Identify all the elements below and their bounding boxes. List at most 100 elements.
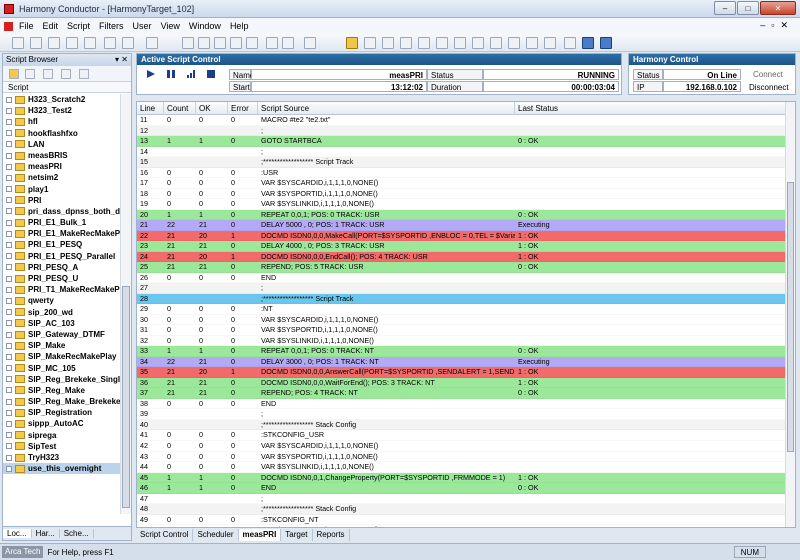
checkbox[interactable] [6,421,12,428]
tab-local[interactable]: Loc... [3,529,32,538]
table-row[interactable]: 43 0 0 0 VAR $SYSPORTID,i,1,1,1,0,NONE() [137,452,787,463]
checkbox[interactable] [6,174,12,181]
tab-measpri[interactable]: measPRI [238,528,282,541]
toggle-icon[interactable] [146,37,158,49]
script-item[interactable]: LAN [3,139,121,150]
script-item[interactable]: PRI_E1_MakeRecMakePl [3,228,121,239]
script-item[interactable]: use_this_overnight [3,463,121,475]
tool-a-icon[interactable] [182,37,194,49]
list-icon[interactable] [564,37,576,49]
table-row[interactable]: 48 ;****************** Stack Config [137,504,787,515]
header-error[interactable]: Error [228,102,258,115]
table-row[interactable]: 22 21 20 1 DOCMD ISDN0,0,0,MakeCall(PORT=$SY… [137,230,787,242]
table-row[interactable]: 42 0 0 0 VAR $SYSCARDID,i,1,1,1,0,NONE() [137,441,787,452]
tab-target[interactable]: Target [281,528,313,541]
menu-filters[interactable]: Filters [99,21,124,31]
script-item[interactable]: PRI_PESQ_A [3,262,121,273]
header-script-source[interactable]: Script Source [258,102,515,115]
script-item[interactable]: PRI [3,195,121,206]
table-row[interactable]: 15 ;****************** Script Track [137,157,787,168]
checkbox[interactable] [6,163,12,170]
table-row[interactable]: 35 21 20 1 DOCMD ISDN0,0,0,AnswerCall(PORT=$… [137,367,787,378]
bulb-icon[interactable] [454,37,466,49]
menu-file[interactable]: File [19,21,34,31]
script-item[interactable]: measBRIS [3,150,121,161]
table-row[interactable]: 39; [137,409,787,420]
script-item[interactable]: qwerty [3,295,121,306]
checkbox[interactable] [6,353,12,360]
header-ok[interactable]: OK [196,102,228,115]
connect-button[interactable]: Connect [753,70,783,79]
script-item[interactable]: SIP_MakeRecMakePlay [3,351,121,362]
table-row[interactable]: 30 0 0 0 VAR $SYSCARDID,i,1,1,1,0,NONE() [137,315,787,326]
sb-copy-icon[interactable] [43,69,53,79]
checkbox[interactable] [6,365,12,372]
script-item[interactable]: pri_dass_dpnss_both_dirr [3,206,121,217]
script-item[interactable]: SIP_Make [3,340,121,351]
table-row[interactable]: 49 0 0 0:STKCONFIG_NT [137,515,787,526]
tool-c-icon[interactable] [214,37,226,49]
script-item[interactable]: H323_Test2 [3,105,121,116]
paste-icon[interactable] [382,37,394,49]
pause-icon[interactable] [167,70,175,78]
sb-refresh-icon[interactable] [25,69,35,79]
table-row[interactable]: 36 21 21 0 DOCMD ISDN0,0,0,WaitForEnd(); POS… [137,377,787,389]
table-row[interactable]: 28 ;****************** Script Track [137,293,787,305]
tool-e-icon[interactable] [246,37,258,49]
tool-f-icon[interactable] [266,37,278,49]
checkbox[interactable] [6,387,12,394]
tree3-icon[interactable] [544,37,556,49]
script-list-scrollbar[interactable] [120,94,131,514]
tab-schedule[interactable]: Sche... [60,529,94,538]
script-item[interactable]: hookflashfxo [3,128,121,139]
script-item[interactable]: PRI_T1_MakeRecMakeP [3,284,121,295]
maximize-button[interactable]: □ [737,1,759,15]
table-row[interactable]: 12; [137,125,787,137]
network4-icon[interactable] [526,37,538,49]
script-item[interactable]: hfl [3,116,121,127]
tab-script-control[interactable]: Script Control [136,528,194,541]
table-row[interactable]: 32 0 0 0 VAR $SYSLINKID,i,1,1,1,0,NONE() [137,336,787,347]
open-icon[interactable] [30,37,42,49]
network3-icon[interactable] [508,37,520,49]
table-row[interactable]: 41 0 0 0:STKCONFIG_USR [137,430,787,441]
table-row[interactable]: 23 21 21 0 DELAY 4000 , 0; POS: 3 TRACK: USR… [137,241,787,252]
checkbox[interactable] [6,331,12,338]
menu-window[interactable]: Window [189,21,221,31]
tab-scheduler[interactable]: Scheduler [193,528,239,541]
checkbox[interactable] [6,286,12,293]
table-row[interactable]: 21 22 21 0 DELAY 5000 , 0; POS: 1 TRACK: USR… [137,220,787,231]
checkbox[interactable] [6,342,12,349]
grid-scrollbar[interactable] [785,102,795,527]
checkbox[interactable] [6,297,12,304]
script-item[interactable]: PRI_E1_Bulk_1 [3,217,121,228]
table-row[interactable]: 31 0 0 0 VAR $SYSPORTID,i,1,1,1,0,NONE() [137,325,787,336]
checkbox[interactable] [6,230,12,237]
script-item[interactable]: SIP_Gateway_DTMF [3,329,121,340]
checkbox[interactable] [6,398,12,405]
checkbox[interactable] [6,320,12,327]
menu-help[interactable]: Help [230,21,249,31]
checkbox[interactable] [6,376,12,383]
pin-icon[interactable]: ▾ ✕ [115,54,128,66]
network2-icon[interactable] [490,37,502,49]
checkbox[interactable] [6,454,12,461]
tool-g-icon[interactable] [282,37,294,49]
script-item[interactable]: sip_200_wd [3,307,121,318]
table-row[interactable]: 50000VAR $SYSCARDID,i,1,1,1,0,NONE() [137,525,787,527]
table-row[interactable]: 17 0 0 0 VAR $SYSCARDID,i,1,1,1,0,NONE() [137,178,787,189]
table-row[interactable]: 20 1 1 0 REPEAT 0,0,1; POS: 0 TRACK: USR 0 : … [137,209,787,221]
script-item[interactable]: siprega [3,430,121,441]
table-row[interactable]: 13 1 1 0 GOTO STARTBCA 0 : OK [137,136,787,147]
tab-reports[interactable]: Reports [313,528,350,541]
checkbox[interactable] [6,275,12,282]
table-row[interactable]: 44 0 0 0 VAR $SYSLINKID,i,1,1,1,0,NONE() [137,462,787,473]
sb-tree-icon[interactable] [79,69,89,79]
close-doc-icon[interactable] [48,37,60,49]
checkbox[interactable] [6,465,12,472]
checkbox[interactable] [6,96,12,103]
script-item[interactable]: H323_Scratch2 [3,94,121,105]
sb-cut-icon[interactable] [61,69,71,79]
script-item[interactable]: SIP_Reg_Make [3,385,121,396]
header-last-status[interactable]: Last Status [515,102,787,115]
